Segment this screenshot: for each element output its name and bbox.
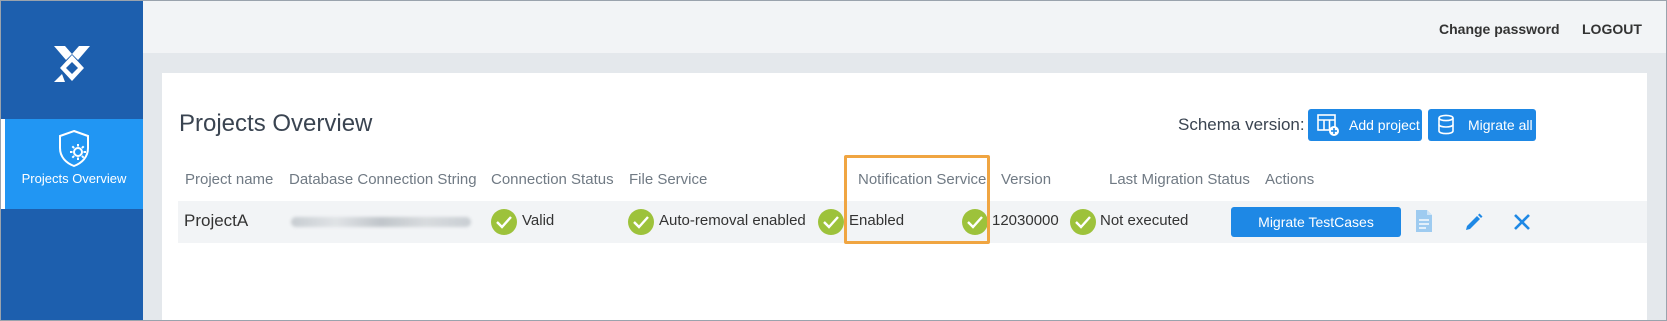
column-header: Version bbox=[1001, 171, 1052, 188]
column-header: Connection Status bbox=[491, 171, 614, 188]
migrate-all-label: Migrate all bbox=[1468, 117, 1533, 133]
column-header: Last Migration Status bbox=[1109, 171, 1250, 188]
delete-icon[interactable] bbox=[1512, 212, 1532, 232]
column-header: Actions bbox=[1265, 171, 1315, 188]
app-logo bbox=[54, 46, 90, 82]
document-icon[interactable] bbox=[1414, 209, 1434, 233]
column-header: File Service bbox=[629, 171, 708, 188]
check-icon bbox=[628, 209, 654, 235]
column-header: Project name bbox=[185, 171, 274, 188]
migrate-all-button[interactable]: Migrate all bbox=[1428, 109, 1536, 141]
top-bar: Change password LOGOUT bbox=[143, 1, 1666, 53]
sidebar: Projects Overview bbox=[1, 1, 143, 320]
notification-service-status: Enabled bbox=[849, 212, 905, 229]
check-icon bbox=[1070, 209, 1096, 235]
migrate-testcases-button[interactable]: Migrate TestCases bbox=[1231, 207, 1401, 237]
version-value: 12030000 bbox=[992, 212, 1059, 229]
project-name: ProjectA bbox=[184, 211, 249, 230]
table-row: ProjectA Valid Auto-removal enabled Enab… bbox=[178, 201, 1647, 243]
page-title: Projects Overview bbox=[179, 110, 373, 137]
check-icon bbox=[962, 209, 988, 235]
edit-icon[interactable] bbox=[1464, 212, 1484, 232]
change-password-link[interactable]: Change password bbox=[1439, 21, 1560, 37]
add-project-label: Add project bbox=[1349, 117, 1420, 133]
check-icon bbox=[491, 209, 517, 235]
logout-link[interactable]: LOGOUT bbox=[1582, 21, 1642, 37]
database-icon bbox=[1438, 114, 1454, 135]
column-header: Database Connection String bbox=[289, 171, 477, 188]
app-window: Projects Overview Change password LOGOUT… bbox=[0, 0, 1667, 321]
check-icon bbox=[818, 209, 844, 235]
last-migration-status: Not executed bbox=[1100, 212, 1189, 229]
connection-status: Valid bbox=[522, 212, 555, 229]
sidebar-item-label: Projects Overview bbox=[21, 171, 127, 186]
sidebar-item-projects-overview[interactable]: Projects Overview bbox=[1, 119, 143, 209]
redacted-connection-string bbox=[291, 217, 471, 227]
add-table-icon bbox=[1317, 114, 1339, 136]
add-project-button[interactable]: Add project bbox=[1308, 109, 1422, 141]
shield-gear-icon bbox=[59, 129, 89, 168]
projects-card: Projects Overview Schema version: 120300… bbox=[162, 73, 1647, 320]
file-service-status: Auto-removal enabled bbox=[659, 212, 806, 229]
column-header: Notification Service bbox=[858, 171, 987, 188]
